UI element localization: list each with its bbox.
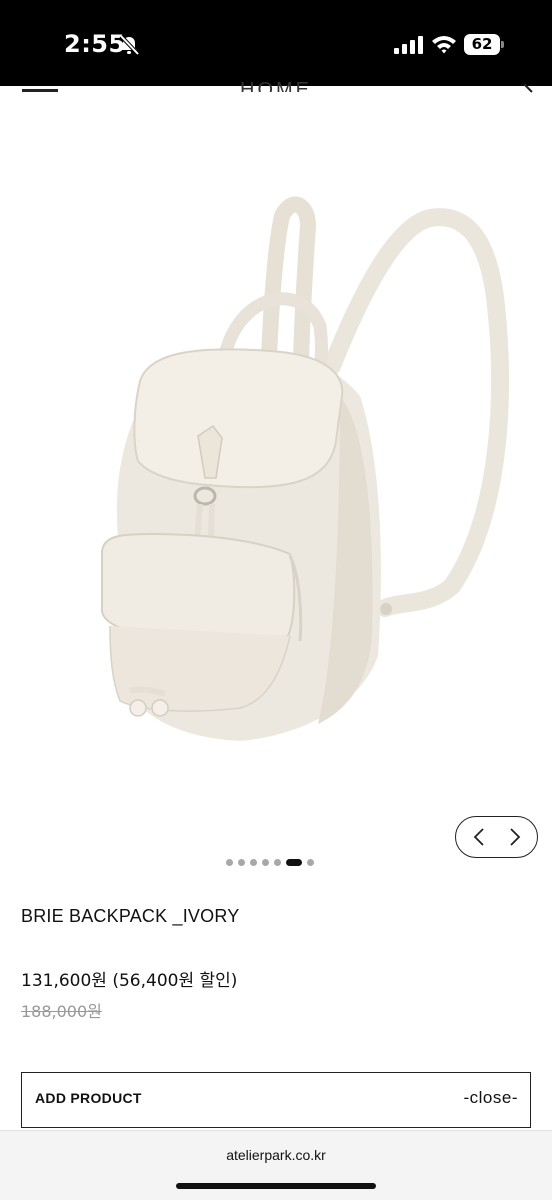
- original-price: 188,000원: [21, 1002, 102, 1021]
- home-indicator[interactable]: [176, 1183, 376, 1189]
- product-name: BRIE BACKPACK _IVORY: [21, 906, 240, 926]
- slider-dot[interactable]: [262, 858, 269, 866]
- slider-arrows: [455, 816, 538, 858]
- slider-dots: [226, 857, 314, 867]
- slider-dot[interactable]: [250, 858, 257, 866]
- search-icon[interactable]: [516, 84, 536, 94]
- slider-dot-active[interactable]: [286, 858, 302, 866]
- status-time: 2:55: [64, 30, 126, 58]
- slider-dot[interactable]: [274, 858, 281, 866]
- add-product-title: ADD PRODUCT: [35, 1090, 142, 1106]
- wifi-icon: [432, 36, 456, 54]
- chevron-left-icon[interactable]: [470, 827, 490, 847]
- backpack-flap: [133, 348, 344, 489]
- sale-price: 131,600원 (56,400원 할인): [21, 971, 238, 991]
- close-button[interactable]: -close-: [463, 1088, 518, 1108]
- add-product-panel: ADD PRODUCT -close-: [21, 1072, 531, 1128]
- bell-slash-icon: [119, 34, 140, 56]
- product-image[interactable]: [0, 96, 552, 836]
- slider-dot[interactable]: [307, 858, 314, 866]
- backpack-pocket: [101, 532, 296, 642]
- chevron-right-icon[interactable]: [504, 827, 524, 847]
- battery-level: 62: [464, 34, 500, 55]
- url-text[interactable]: atelierpark.co.kr: [0, 1147, 552, 1163]
- slider-dot[interactable]: [238, 858, 245, 866]
- battery-tip: [501, 41, 504, 48]
- browser-address-bar: atelierpark.co.kr: [0, 1130, 552, 1200]
- signal-icon: [394, 36, 423, 54]
- battery-icon: 62: [464, 34, 504, 55]
- page-title[interactable]: HOME: [0, 70, 552, 92]
- slider-dot[interactable]: [226, 858, 233, 866]
